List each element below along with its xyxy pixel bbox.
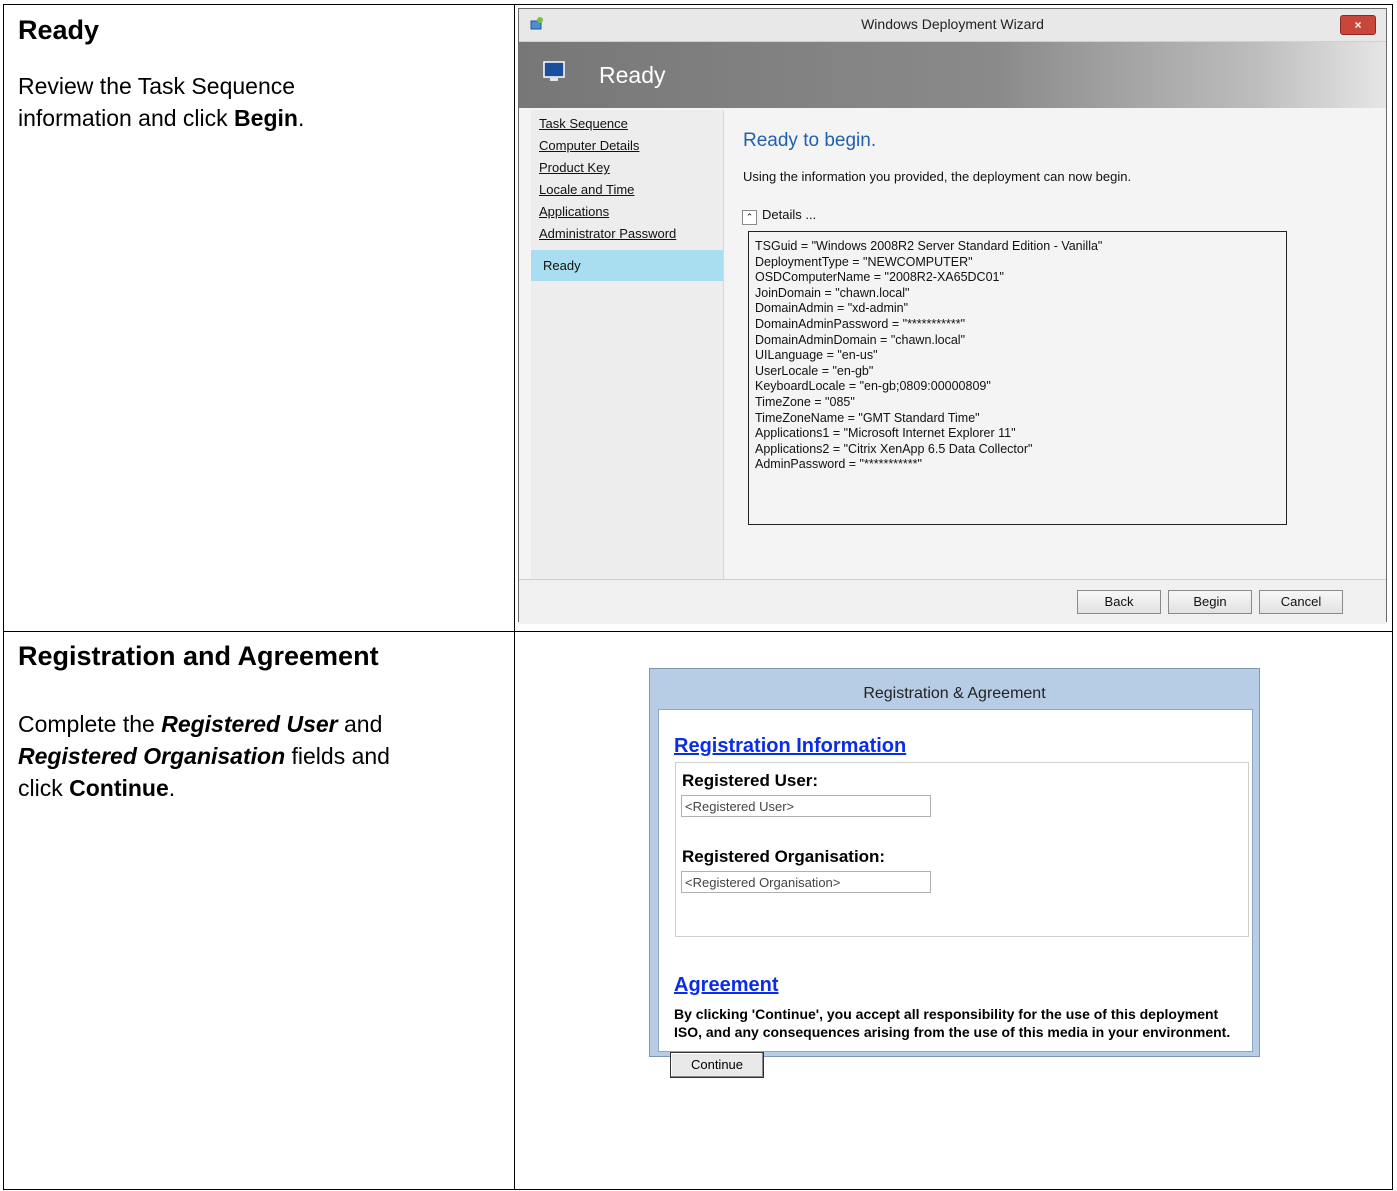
instruction-text: information and click [18,105,235,131]
detail-line: TSGuid = "Windows 2008R2 Server Standard… [755,239,1103,253]
page-description: Using the information you provided, the … [743,169,1132,184]
nav-item-admin-password[interactable]: Administrator Password [539,226,676,241]
wizard-banner: Ready [519,42,1386,108]
deployment-wizard-window: Windows Deployment Wizard × Ready Task S… [518,8,1387,624]
page-heading: Ready to begin. [743,130,877,151]
details-label: Details ... [762,207,817,222]
agreement-text: By clicking 'Continue', you accept all r… [674,1006,1231,1040]
begin-button[interactable]: Begin [1168,590,1252,614]
continue-button[interactable]: Continue [670,1052,764,1078]
nav-item-label: Ready [543,258,581,273]
instruction-text: and [337,711,383,737]
wizard-content: Ready to begin. Using the information yo… [724,110,1386,580]
detail-line: Applications2 = "Citrix XenApp 6.5 Data … [755,441,1033,456]
wizard-footer: Back Begin Cancel [519,579,1386,624]
detail-line: UserLocale = "en-gb" [755,363,874,378]
window-title: Windows Deployment Wizard [861,16,1044,32]
registered-org-label: Registered Organisation: [682,847,886,866]
nav-item-applications[interactable]: Applications [539,204,609,219]
registration-dialog: Registration & Agreement Registration In… [649,668,1260,1078]
close-button[interactable]: × [1340,15,1376,35]
nav-item-product-key[interactable]: Product Key [539,160,610,175]
detail-line: Applications1 = "Microsoft Internet Expl… [755,426,1016,441]
detail-line: JoinDomain = "chawn.local" [755,285,910,300]
step-ready-cell: Ready Review the Task Sequence informati… [18,15,498,134]
step-instructions: Review the Task Sequence information and… [18,70,498,134]
instruction-text: Review the Task Sequence [18,73,296,99]
registered-org-input[interactable]: <Registered Organisation> [681,871,931,893]
step-heading: Registration and Agreement [18,641,379,671]
step-instructions: Complete the Registered User and Registe… [18,708,498,804]
banner-title: Ready [599,62,666,88]
title-bar: Registration & Agreement [650,669,1259,709]
registration-info-heading[interactable]: Registration Information [674,735,906,758]
step-registration-cell: Registration and Agreement Complete the … [18,641,498,804]
cancel-button[interactable]: Cancel [1259,590,1343,614]
column-divider [514,5,515,1189]
details-list: TSGuid = "Windows 2008R2 Server Standard… [748,231,1287,525]
registered-user-input[interactable]: <Registered User> [681,795,931,817]
computer-icon [543,61,565,81]
instruction-emphasis: Continue [69,775,169,801]
nav-item-ready[interactable]: Ready [531,250,723,281]
instruction-text: Complete the [18,711,162,737]
detail-line: UILanguage = "en-us" [755,348,878,363]
nav-item-locale-time[interactable]: Locale and Time [539,182,634,197]
detail-line: OSDComputerName = "2008R2-XA65DC01" [755,270,1004,285]
detail-line: TimeZoneName = "GMT Standard Time" [755,410,980,425]
row-divider [4,631,1392,632]
instruction-emphasis: Registered Organisation [18,743,286,769]
detail-line: DomainAdminPassword = "***********" [755,316,966,331]
instruction-text: click [18,775,70,801]
chevron-up-icon: ⌃ [742,210,757,225]
registration-fields: Registered User: <Registered User> Regis… [675,762,1249,937]
detail-line: KeyboardLocale = "en-gb;0809:00000809" [755,379,991,394]
detail-line: AdminPassword = "***********" [755,457,922,472]
instruction-text: fields and [285,743,390,769]
detail-line: DomainAdminDomain = "chawn.local" [755,332,966,347]
registration-form: Registration Information Registered User… [658,709,1253,1052]
title-bar: Windows Deployment Wizard × [519,9,1386,42]
detail-line: DeploymentType = "NEWCOMPUTER" [755,254,973,269]
wizard-nav: Task Sequence Computer Details Product K… [531,110,724,580]
details-toggle[interactable]: ⌃ Details ... [742,207,816,225]
nav-item-computer-details[interactable]: Computer Details [539,138,639,153]
agreement-heading[interactable]: Agreement [674,974,778,997]
back-button[interactable]: Back [1077,590,1161,614]
registered-user-label: Registered User: [682,771,819,790]
step-heading: Ready [18,15,100,45]
nav-item-task-sequence[interactable]: Task Sequence [539,116,628,131]
detail-line: TimeZone = "085" [755,394,855,409]
instruction-emphasis: Registered User [161,711,338,737]
instruction-text: . [168,775,176,801]
window-title: Registration & Agreement [863,685,1046,702]
detail-line: DomainAdmin = "xd-admin" [755,301,909,316]
instruction-emphasis: Begin [234,105,298,131]
instruction-text: . [297,105,305,131]
